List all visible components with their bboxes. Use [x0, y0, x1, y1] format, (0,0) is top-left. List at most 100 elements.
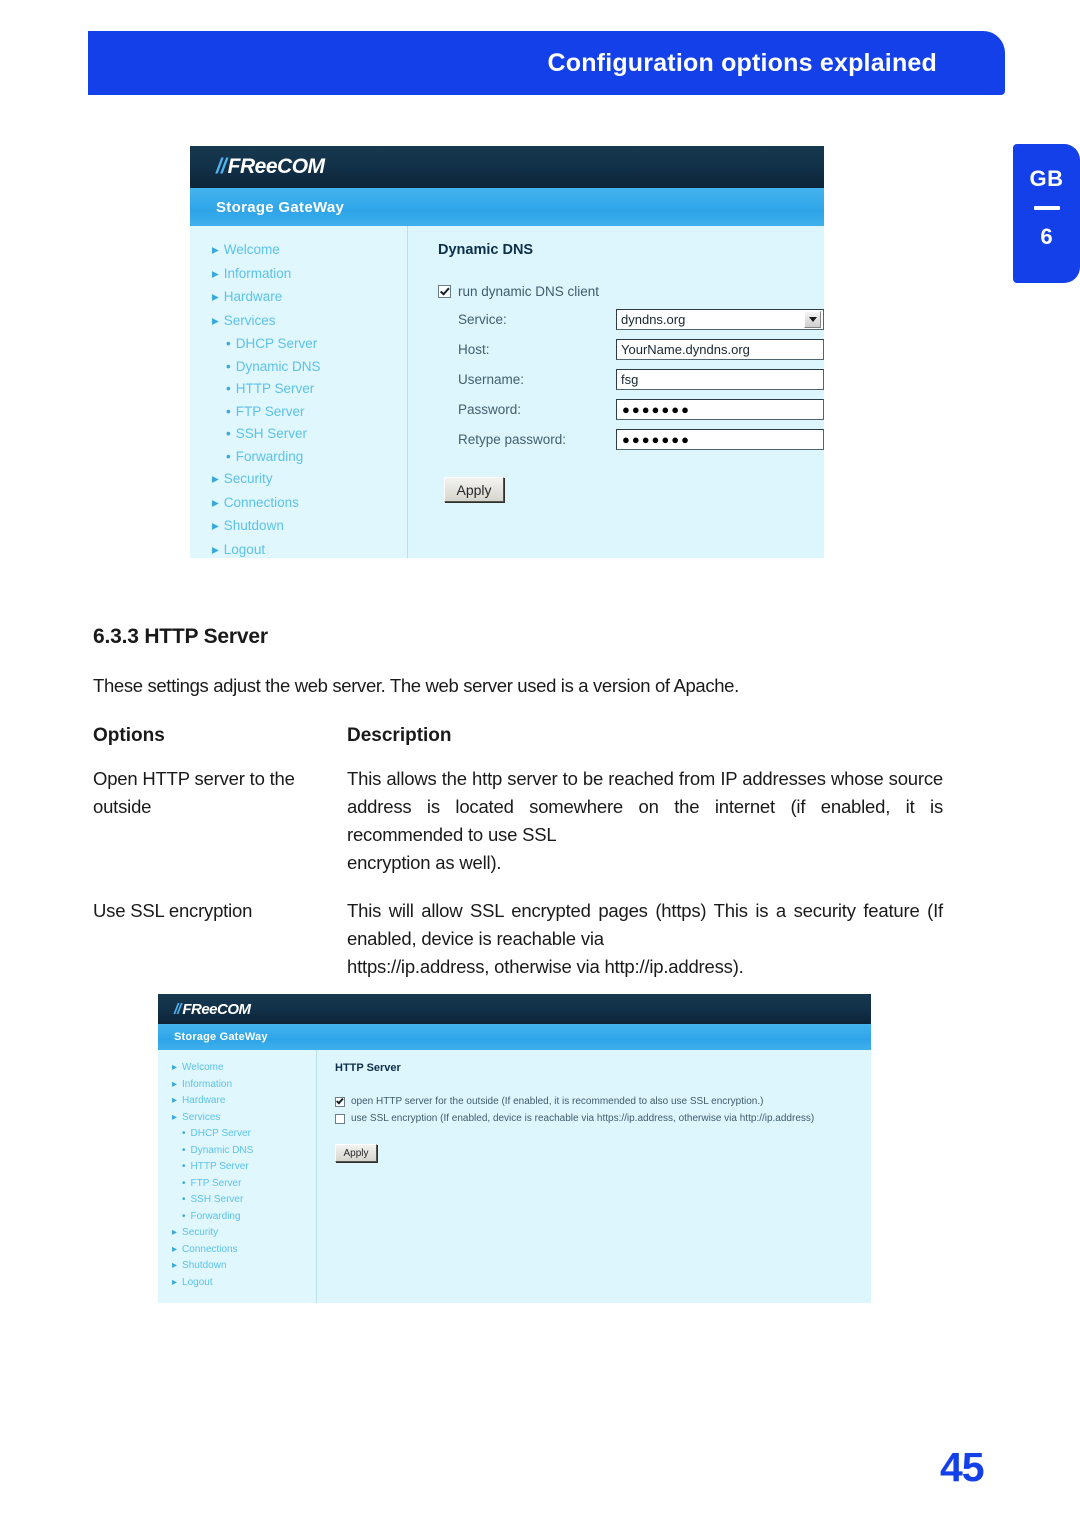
field-label: Username: [458, 372, 525, 387]
column-header-options: Options [93, 725, 165, 746]
router-product-bar: Storage GateWay [190, 188, 824, 226]
sidebar-item-label: Dynamic DNS [235, 358, 321, 374]
sidebar-item-services[interactable]: ▸ Services [212, 313, 407, 329]
text-field[interactable]: fsg [616, 369, 824, 390]
sidebar-item-forwarding[interactable]: • Forwarding [172, 1211, 316, 1222]
page-header-banner: Configuration options explained [88, 31, 1005, 95]
logo-wordmark: FReeCOM [227, 155, 325, 178]
sidebar-item-logout[interactable]: ▸ Logout [212, 542, 407, 558]
chevron-right-icon: ▸ [172, 1276, 178, 1288]
sidebar-item-security[interactable]: ▸ Security [172, 1227, 316, 1238]
sidebar-item-welcome[interactable]: ▸ Welcome [172, 1062, 316, 1073]
password-field[interactable]: ●●●●●●● [616, 399, 824, 420]
sidebar-item-dynamic-dns[interactable]: • Dynamic DNS [172, 1145, 316, 1156]
logo-bars-icon: // [216, 155, 227, 178]
sidebar-item-services[interactable]: ▸ Services [172, 1112, 316, 1123]
page-number: 45 [940, 1444, 985, 1490]
description-text: This will allow SSL encrypted pages (htt… [347, 900, 943, 949]
logo-wordmark-2: FReeCOM [182, 1000, 251, 1018]
language-code: GB [1029, 166, 1064, 191]
dyndns-form-fields: Service: dyndns.org Host: YourName.dyndns.o… [438, 309, 824, 450]
sidebar-item-dynamic-dns[interactable]: • Dynamic DNS [212, 359, 407, 374]
password-field[interactable]: ●●●●●●● [616, 429, 824, 450]
sidebar-item-ssh-server[interactable]: • SSH Server [212, 426, 407, 441]
field-value: fsg [621, 372, 639, 387]
field-label: Host: [458, 342, 490, 357]
sidebar-item-connections[interactable]: ▸ Connections [172, 1244, 316, 1255]
option-cell: Open HTTP server to the outside [93, 768, 295, 817]
sidebar-item-label: Connections [182, 1243, 238, 1255]
sidebar-item-logout[interactable]: ▸ Logout [172, 1277, 316, 1288]
field-value: ●●●●●●● [622, 432, 691, 447]
page-title: Configuration options explained [547, 48, 937, 77]
use-ssl-encryption-checkbox[interactable] [335, 1113, 345, 1124]
sidebar-item-label: Logout [182, 1276, 213, 1288]
description-cell: This will allow SSL encrypted pages (htt… [347, 897, 943, 981]
chevron-right-icon: ▸ [172, 1062, 178, 1073]
checkbox-label: open HTTP server for the outside (If ena… [351, 1096, 764, 1107]
sidebar-item-information[interactable]: ▸ Information [212, 266, 407, 282]
sidebar-item-forwarding[interactable]: • Forwarding [212, 449, 407, 464]
sidebar-item-http-server[interactable]: • HTTP Server [212, 381, 407, 396]
apply-button-2[interactable]: Apply [335, 1144, 377, 1162]
router-brand-bar: // FReeCOM [190, 146, 824, 188]
column-header-description: Description [347, 725, 452, 746]
open-http-server-row[interactable]: open HTTP server for the outside (If ena… [335, 1096, 871, 1107]
sidebar-item-ssh-server[interactable]: • SSH Server [172, 1194, 316, 1205]
bullet-dot-icon: • [226, 448, 231, 464]
sidebar-item-information[interactable]: ▸ Information [172, 1079, 316, 1090]
sidebar-item-label: DHCP Server [190, 1128, 251, 1139]
service-select[interactable]: dyndns.org [616, 309, 824, 330]
bullet-dot-icon: • [226, 358, 231, 374]
sidebar-item-shutdown[interactable]: ▸ Shutdown [172, 1260, 316, 1271]
field-label: Retype password: [458, 432, 567, 447]
description-cell: This allows the http server to be reache… [347, 765, 943, 877]
description-last-line: encryption as well). [347, 852, 502, 873]
chevron-right-icon: ▸ [172, 1111, 178, 1123]
chevron-down-icon[interactable] [804, 311, 821, 328]
open-http-server-checkbox[interactable] [335, 1096, 345, 1107]
field-label: Password: [458, 402, 522, 417]
apply-button[interactable]: Apply [444, 477, 504, 502]
sidebar-item-label: Hardware [223, 289, 283, 304]
panel-title-2: HTTP Server [335, 1062, 401, 1074]
sidebar-item-label: Logout [223, 541, 266, 557]
sidebar-item-label: Information [223, 265, 292, 281]
sidebar-item-hardware[interactable]: ▸ Hardware [212, 289, 407, 305]
sidebar-item-hardware[interactable]: ▸ Hardware [172, 1095, 316, 1106]
sidebar-item-ftp-server[interactable]: • FTP Server [212, 404, 407, 419]
sidebar-item-label: Information [182, 1078, 233, 1090]
router-sidebar-2: ▸ Welcome ▸ Information ▸ Hardware ▸ Services • D… [158, 1050, 317, 1303]
use-ssl-encryption-row[interactable]: use SSL encryption (If enabled, device i… [335, 1113, 871, 1124]
http-server-options: open HTTP server for the outside (If ena… [335, 1096, 871, 1124]
bullet-dot-icon: • [226, 336, 231, 351]
sidebar-item-welcome[interactable]: ▸ Welcome [212, 242, 407, 258]
field-value: ●●●●●●● [622, 402, 691, 417]
sidebar-item-label: Hardware [182, 1095, 226, 1106]
run-dyndns-client-row[interactable]: run dynamic DNS client [438, 284, 824, 299]
chevron-right-icon: ▸ [172, 1227, 178, 1238]
sidebar-item-label: Services [182, 1111, 221, 1123]
sidebar-item-dhcp-server[interactable]: • DHCP Server [212, 336, 407, 351]
sidebar-item-security[interactable]: ▸ Security [212, 471, 407, 487]
bullet-dot-icon: • [226, 426, 231, 441]
sidebar-item-label: Forwarding [235, 448, 304, 464]
sidebar-item-label: Services [223, 312, 276, 328]
run-dyndns-client-checkbox[interactable] [438, 285, 451, 298]
sidebar-item-label: Dynamic DNS [190, 1144, 254, 1156]
table-row: Open HTTP server to the outside This allo… [93, 765, 943, 877]
sidebar-item-connections[interactable]: ▸ Connections [212, 495, 407, 511]
section-intro: These settings adjust the web server. Th… [93, 675, 739, 696]
text-field[interactable]: YourName.dyndns.org [616, 339, 824, 360]
sidebar-item-shutdown[interactable]: ▸ Shutdown [212, 518, 407, 534]
sidebar-item-dhcp-server[interactable]: • DHCP Server [172, 1128, 316, 1139]
sidebar-item-ftp-server[interactable]: • FTP Server [172, 1178, 316, 1189]
chevron-right-icon: ▸ [172, 1260, 178, 1271]
bullet-dot-icon: • [226, 381, 231, 396]
chapter-number: 6 [1040, 224, 1053, 249]
sidebar-item-http-server[interactable]: • HTTP Server [172, 1161, 316, 1172]
bullet-dot-icon: • [226, 403, 231, 419]
field-row-password: Password: ●●●●●●● [438, 399, 824, 420]
field-row-service: Service: dyndns.org [438, 309, 824, 330]
field-row-username: Username: fsg [438, 369, 824, 390]
